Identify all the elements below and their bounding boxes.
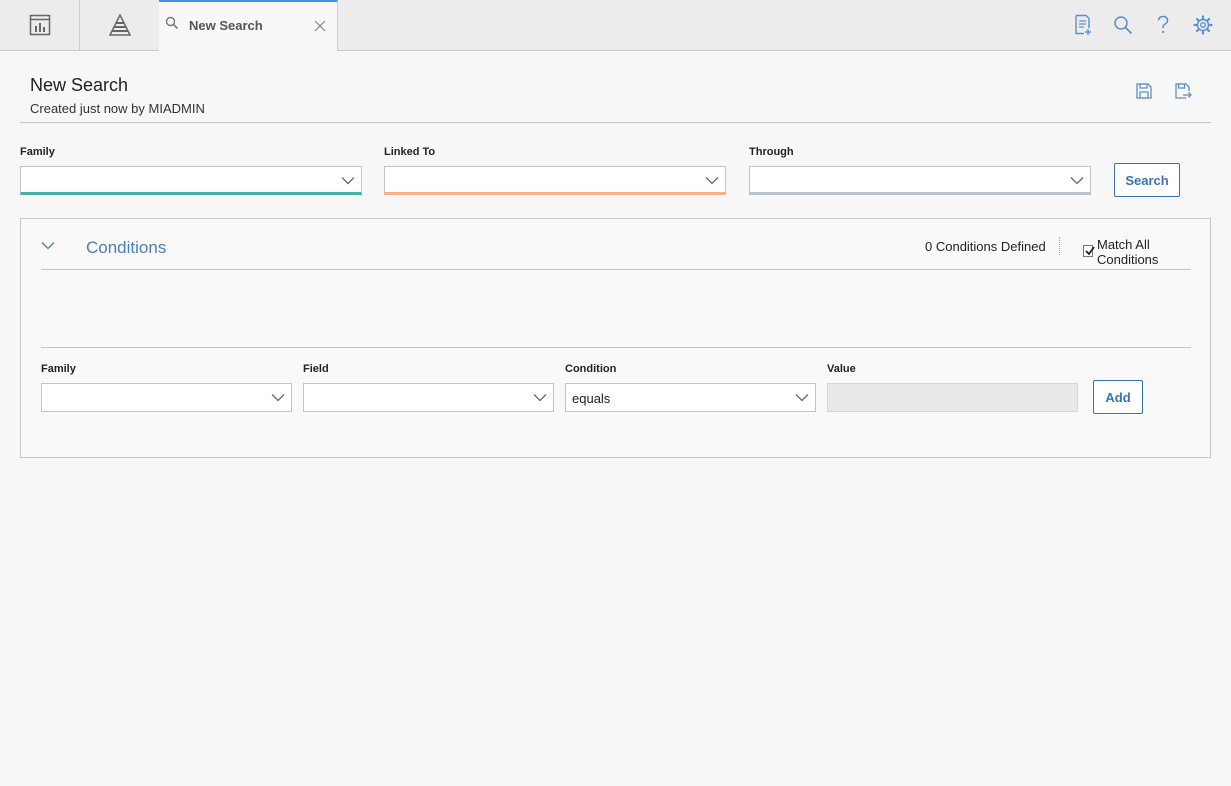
condition-operator-label: Condition [565, 363, 617, 375]
tab-label: New Search [189, 18, 263, 33]
help-icon [1157, 15, 1169, 34]
checkmark-icon [1085, 245, 1095, 255]
match-all-label: Match All Conditions [1096, 237, 1159, 267]
chevron-down-icon [795, 394, 809, 402]
divider [1059, 237, 1060, 255]
chevron-down-icon [705, 177, 719, 185]
linked-to-label: Linked To [384, 146, 436, 158]
top-actions [1073, 14, 1213, 36]
conditions-count: 0 Conditions Defined [925, 239, 1046, 254]
pyramid-tab[interactable] [80, 0, 160, 50]
condition-family-label: Family [41, 363, 76, 375]
help-button[interactable] [1153, 14, 1173, 36]
settings-icon [1193, 15, 1213, 35]
top-tab-bar: New Search [0, 0, 1231, 51]
page-subtitle: Created just now by MIADMIN [30, 101, 205, 116]
dashboard-tab[interactable] [0, 0, 80, 50]
chevron-down-icon [1070, 177, 1084, 185]
save-button[interactable] [1135, 82, 1153, 100]
save-as-icon [1175, 83, 1192, 99]
family-label: Family [20, 146, 55, 158]
match-all-checkbox[interactable] [1083, 244, 1095, 257]
settings-button[interactable] [1193, 14, 1213, 36]
search-button[interactable]: Search [1114, 163, 1180, 197]
dashboard-icon [29, 14, 50, 36]
chevron-down-icon[interactable] [41, 241, 55, 250]
page-header: New Search Created just now by MIADMIN [20, 52, 1211, 123]
condition-family-select[interactable] [41, 383, 292, 412]
page-title: New Search [30, 75, 129, 95]
condition-field-select[interactable] [303, 383, 554, 412]
close-icon[interactable] [314, 20, 326, 32]
chevron-down-icon [533, 394, 547, 402]
linked-to-select[interactable] [384, 166, 726, 195]
condition-value-label: Value [827, 363, 856, 375]
through-label: Through [749, 146, 794, 158]
chevron-down-icon [341, 177, 355, 185]
new-document-button[interactable] [1073, 14, 1093, 36]
condition-field-label: Field [303, 363, 329, 375]
add-condition-button[interactable]: Add [1093, 380, 1143, 414]
match-all-toggle[interactable]: Match All Conditions [1083, 237, 1191, 267]
conditions-title[interactable]: Conditions [86, 238, 166, 258]
condition-value-input [827, 383, 1078, 412]
family-select[interactable] [20, 166, 362, 195]
condition-operator-select[interactable]: equals [565, 383, 816, 412]
search-icon [1114, 16, 1133, 35]
save-as-button[interactable] [1174, 82, 1192, 100]
tab-new-search[interactable]: New Search [159, 0, 338, 51]
pyramid-icon [108, 14, 131, 36]
header-actions [1135, 82, 1192, 100]
global-search-button[interactable] [1113, 14, 1133, 36]
new-document-icon [1075, 14, 1091, 35]
through-select[interactable] [749, 166, 1091, 195]
conditions-header: Conditions 0 Conditions Defined Match Al… [41, 219, 1191, 270]
chevron-down-icon [271, 394, 285, 402]
condition-operator-value: equals [572, 391, 611, 406]
save-icon [1136, 83, 1152, 99]
conditions-divider [41, 347, 1191, 348]
search-icon [165, 16, 179, 30]
conditions-panel: Conditions 0 Conditions Defined Match Al… [20, 218, 1211, 458]
